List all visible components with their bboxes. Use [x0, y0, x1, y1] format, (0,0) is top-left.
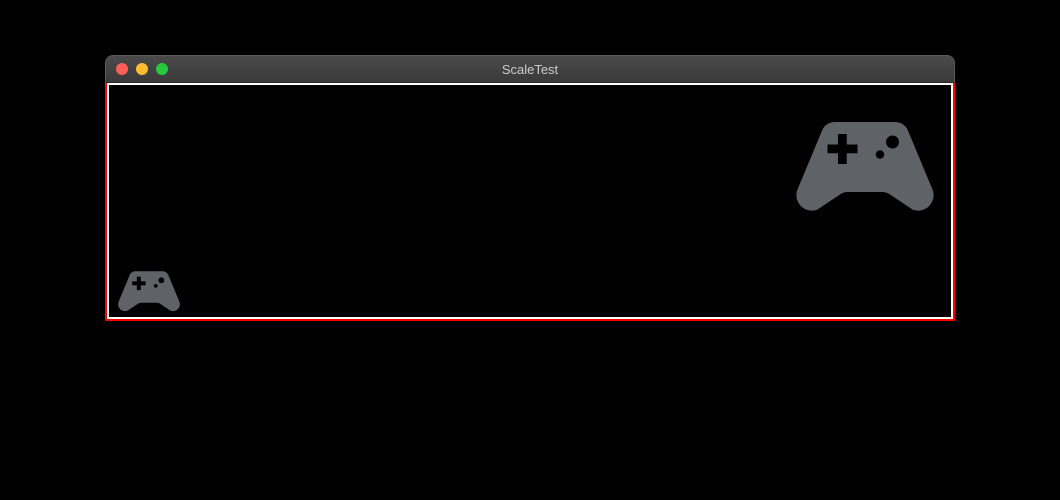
window-controls — [106, 63, 168, 75]
content-area — [105, 83, 955, 321]
minimize-icon[interactable] — [136, 63, 148, 75]
close-icon[interactable] — [116, 63, 128, 75]
maximize-icon[interactable] — [156, 63, 168, 75]
content-inner — [109, 85, 951, 317]
gamecontroller-icon — [785, 77, 945, 237]
gamecontroller-icon — [113, 251, 185, 323]
window-title: ScaleTest — [106, 62, 954, 77]
app-window: ScaleTest — [105, 55, 955, 321]
